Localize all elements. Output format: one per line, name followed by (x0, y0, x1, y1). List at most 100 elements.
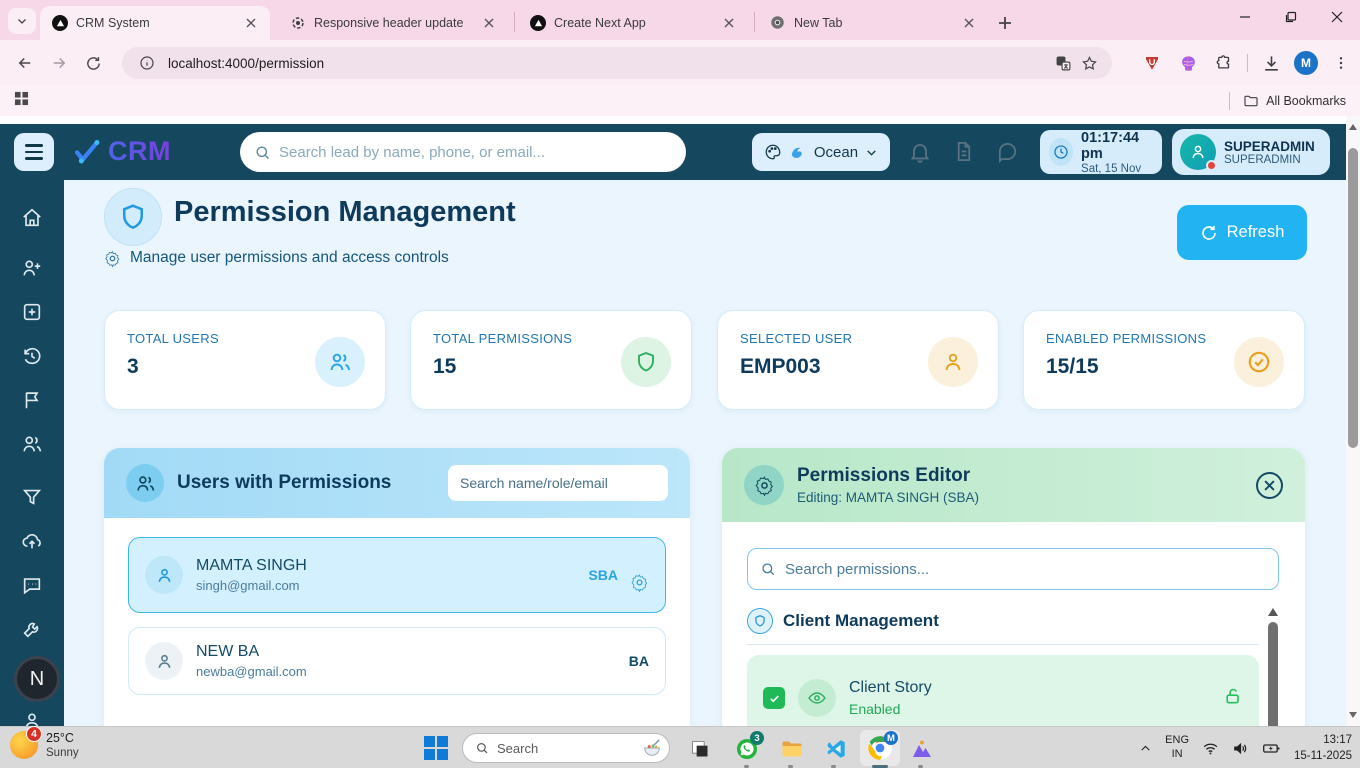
refresh-button[interactable]: Refresh (1177, 205, 1307, 260)
tab-close-icon[interactable] (960, 14, 978, 32)
taskbar-file-explorer-icon[interactable] (778, 735, 805, 762)
sidebar-users-icon[interactable] (21, 433, 43, 455)
wifi-icon[interactable] (1202, 740, 1219, 757)
tab-close-icon[interactable] (480, 14, 498, 32)
user-row-new-ba[interactable]: NEW BA newba@gmail.com BA (128, 627, 666, 695)
crm-logo: CRM (70, 134, 171, 168)
tab-create-next-app[interactable]: Create Next App (518, 6, 748, 40)
language-indicator[interactable]: ENG IN (1165, 734, 1189, 762)
floating-extension-button[interactable]: N (14, 656, 60, 702)
user-row-mamta-singh[interactable]: MAMTA SINGH singh@gmail.com SBA (128, 537, 666, 613)
permission-search-input[interactable] (785, 561, 1266, 578)
permission-row-client-story[interactable]: Client Story Enabled (747, 655, 1259, 726)
menu-hamburger-button[interactable] (14, 133, 54, 171)
tab-separator (754, 12, 755, 32)
taskbar-purple-app-icon[interactable] (908, 735, 935, 762)
editor-header: Permissions Editor Editing: MAMTA SINGH … (722, 448, 1305, 522)
user-role-badge: BA (629, 653, 649, 669)
close-window-button[interactable] (1314, 0, 1360, 34)
chat-icon[interactable] (996, 140, 1022, 166)
back-button[interactable] (8, 46, 42, 80)
sidebar-home-icon[interactable] (21, 207, 43, 229)
scrollbar-thumb[interactable] (1268, 622, 1278, 726)
theme-selector[interactable]: Ocean (752, 133, 890, 171)
adblock-extension-icon[interactable] (1139, 50, 1165, 76)
apps-grid-icon[interactable] (14, 91, 29, 111)
sidebar-add-user-icon[interactable] (21, 257, 43, 279)
sidebar-history-icon[interactable] (21, 345, 43, 367)
volume-icon[interactable] (1232, 740, 1249, 757)
scroll-up-arrow[interactable] (1268, 608, 1278, 616)
sidebar-upload-icon[interactable] (21, 530, 43, 552)
editor-title: Permissions Editor (797, 465, 979, 487)
permissions-scrollbar[interactable] (1268, 606, 1278, 726)
tab-search-chevron-icon[interactable] (8, 8, 36, 34)
start-button[interactable] (424, 736, 448, 760)
bookmark-star-icon[interactable] (1076, 50, 1102, 76)
battery-icon[interactable] (1262, 740, 1281, 757)
sidebar-flag-icon[interactable] (21, 389, 43, 411)
downloads-icon[interactable] (1258, 50, 1284, 76)
sidebar-filter-icon[interactable] (21, 486, 43, 508)
sidebar-profile-icon[interactable] (21, 710, 43, 726)
minimize-button[interactable] (1222, 0, 1268, 34)
taskbar-whatsapp-icon[interactable]: 3 (733, 735, 760, 762)
stat-selected-user: SELECTED USER EMP003 (717, 310, 999, 410)
brand-text: CRM (108, 136, 171, 167)
taskbar-vscode-icon[interactable] (822, 735, 849, 762)
all-bookmarks-label: All Bookmarks (1266, 94, 1346, 108)
documents-icon[interactable] (952, 140, 978, 166)
scroll-down-arrow[interactable] (1349, 712, 1357, 718)
clock-widget[interactable]: 01:17:44 pm Sat, 15 Nov (1040, 130, 1162, 174)
forward-button[interactable] (42, 46, 76, 80)
sidebar-tools-icon[interactable] (21, 618, 43, 640)
tray-expand-chevron-icon[interactable] (1139, 742, 1152, 755)
user-email: newba@gmail.com (196, 664, 307, 679)
tab-title: New Tab (794, 16, 952, 30)
lead-search-input[interactable] (279, 144, 672, 161)
page-subtitle: Manage user permissions and access contr… (130, 249, 449, 267)
reload-button[interactable] (76, 46, 110, 80)
tab-responsive-header-update[interactable]: Responsive header update (278, 6, 508, 40)
address-bar[interactable]: localhost:4000/permission G (122, 47, 1112, 79)
browser-menu-icon[interactable] (1328, 50, 1354, 76)
translate-icon[interactable]: G (1050, 50, 1076, 76)
ai-extension-icon[interactable] (1175, 50, 1201, 76)
sidebar-messages-icon[interactable] (21, 574, 43, 596)
user-icon (928, 337, 978, 387)
search-icon (254, 144, 271, 161)
windows-taskbar: 4 25°C Sunny Search 3 M (0, 726, 1360, 768)
scroll-up-arrow[interactable] (1349, 124, 1357, 130)
taskbar-chrome-icon[interactable]: M (860, 730, 900, 766)
tab-title: Create Next App (554, 16, 712, 30)
weather-widget[interactable]: 4 25°C Sunny (10, 731, 79, 759)
all-bookmarks[interactable]: All Bookmarks (1229, 92, 1346, 110)
lock-open-icon[interactable] (1223, 686, 1243, 711)
tab-crm-system[interactable]: CRM System (40, 6, 270, 40)
taskbar-search[interactable]: Search (462, 733, 670, 763)
sidebar-create-icon[interactable] (21, 301, 43, 323)
user-menu[interactable]: SUPERADMIN SUPERADMIN (1172, 129, 1330, 175)
tab-close-icon[interactable] (242, 14, 260, 32)
site-info-icon[interactable] (134, 50, 160, 76)
permission-checkbox[interactable] (763, 687, 785, 709)
tab-new-tab[interactable]: New Tab (758, 6, 988, 40)
extensions-puzzle-icon[interactable] (1211, 50, 1237, 76)
main-content: Permission Management Manage user permis… (64, 180, 1346, 726)
users-icon (126, 464, 164, 502)
user-search-input[interactable] (448, 465, 668, 501)
page-scrollbar[interactable] (1346, 116, 1360, 726)
new-tab-button[interactable] (992, 10, 1018, 36)
tab-close-icon[interactable] (720, 14, 738, 32)
palette-icon (764, 143, 782, 161)
scrollbar-thumb[interactable] (1348, 148, 1358, 448)
taskbar-snipping-app-icon[interactable] (686, 735, 713, 762)
maximize-button[interactable] (1268, 0, 1314, 34)
crm-check-icon (70, 134, 104, 168)
editor-close-icon[interactable] (1256, 472, 1283, 499)
user-settings-gear-icon[interactable] (630, 573, 649, 592)
tray-clock[interactable]: 13:17 15-11-2025 (1294, 732, 1352, 764)
notifications-bell-icon[interactable] (908, 140, 934, 166)
users-panel-header: Users with Permissions (104, 448, 690, 518)
browser-profile-avatar[interactable]: M (1294, 51, 1318, 75)
